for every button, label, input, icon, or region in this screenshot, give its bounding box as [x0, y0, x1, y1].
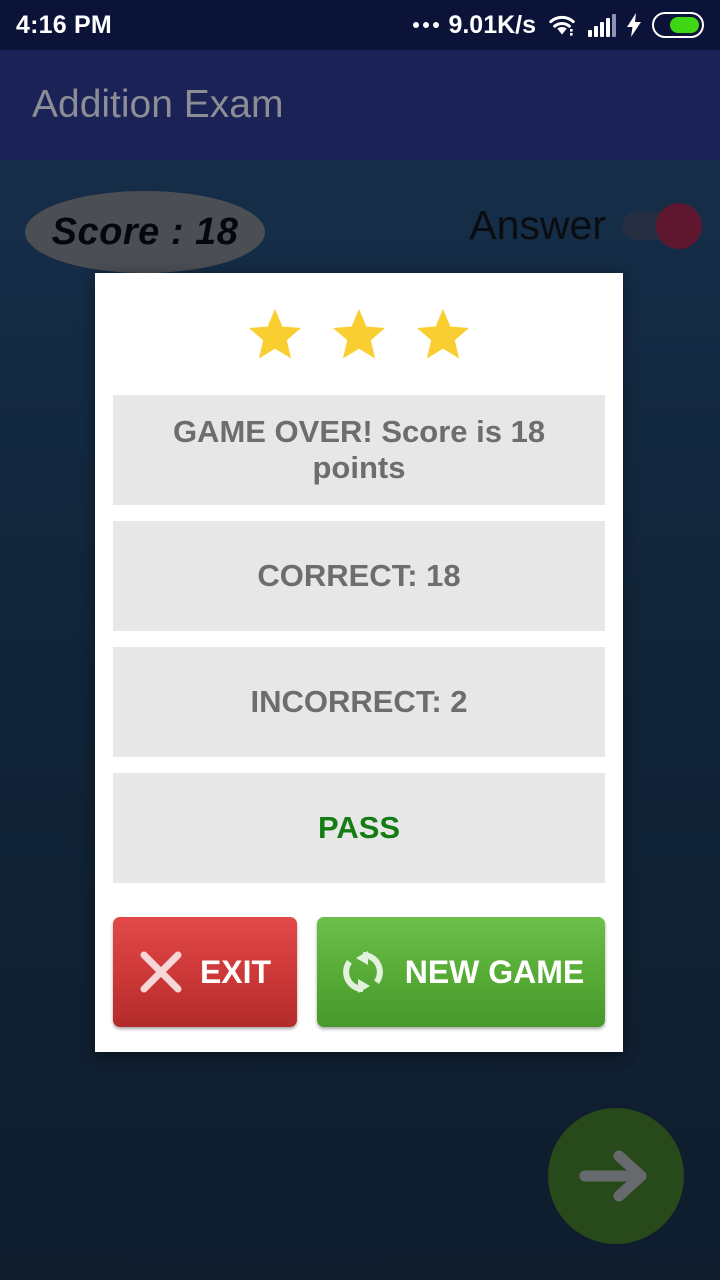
- network-speed-label: 9.01K/s: [448, 10, 536, 39]
- battery-icon: [652, 12, 704, 38]
- exit-button-label: EXIT: [199, 953, 272, 990]
- charging-bolt-icon: [627, 13, 641, 37]
- verdict-text: PASS: [317, 810, 401, 845]
- status-bar-clock: 4:16 PM: [16, 10, 112, 39]
- more-dots-icon: [413, 22, 440, 28]
- status-bar-icons: 9.01K/s: [413, 11, 704, 40]
- result-row-game-over: GAME OVER! Score is 18 points: [113, 395, 605, 505]
- result-row-incorrect: INCORRECT: 2: [113, 647, 605, 757]
- cellular-signal-icon: [588, 13, 616, 37]
- game-over-text: GAME OVER! Score is 18 points: [172, 414, 546, 485]
- app-bar: Addition Exam: [0, 50, 720, 160]
- game-over-dialog: GAME OVER! Score is 18 points CORRECT: 1…: [95, 273, 623, 1052]
- status-bar: 4:16 PM 9.01K/s: [0, 0, 720, 50]
- star-icon: [247, 307, 303, 361]
- wifi-icon: [547, 12, 577, 38]
- close-x-icon: [139, 950, 183, 994]
- star-icon: [331, 307, 387, 361]
- new-game-button[interactable]: NEW GAME: [317, 917, 605, 1027]
- result-row-verdict: PASS: [113, 773, 605, 883]
- page-title: Addition Exam: [32, 83, 284, 126]
- correct-count-text: CORRECT: 18: [257, 558, 461, 593]
- exit-button[interactable]: EXIT: [113, 917, 297, 1027]
- refresh-icon: [338, 947, 388, 997]
- star-rating: [113, 273, 605, 395]
- result-row-correct: CORRECT: 18: [113, 521, 605, 631]
- incorrect-count-text: INCORRECT: 2: [250, 684, 468, 719]
- dialog-actions: EXIT NEW GAME: [113, 917, 605, 1027]
- new-game-button-label: NEW GAME: [404, 953, 585, 990]
- star-icon: [415, 307, 471, 361]
